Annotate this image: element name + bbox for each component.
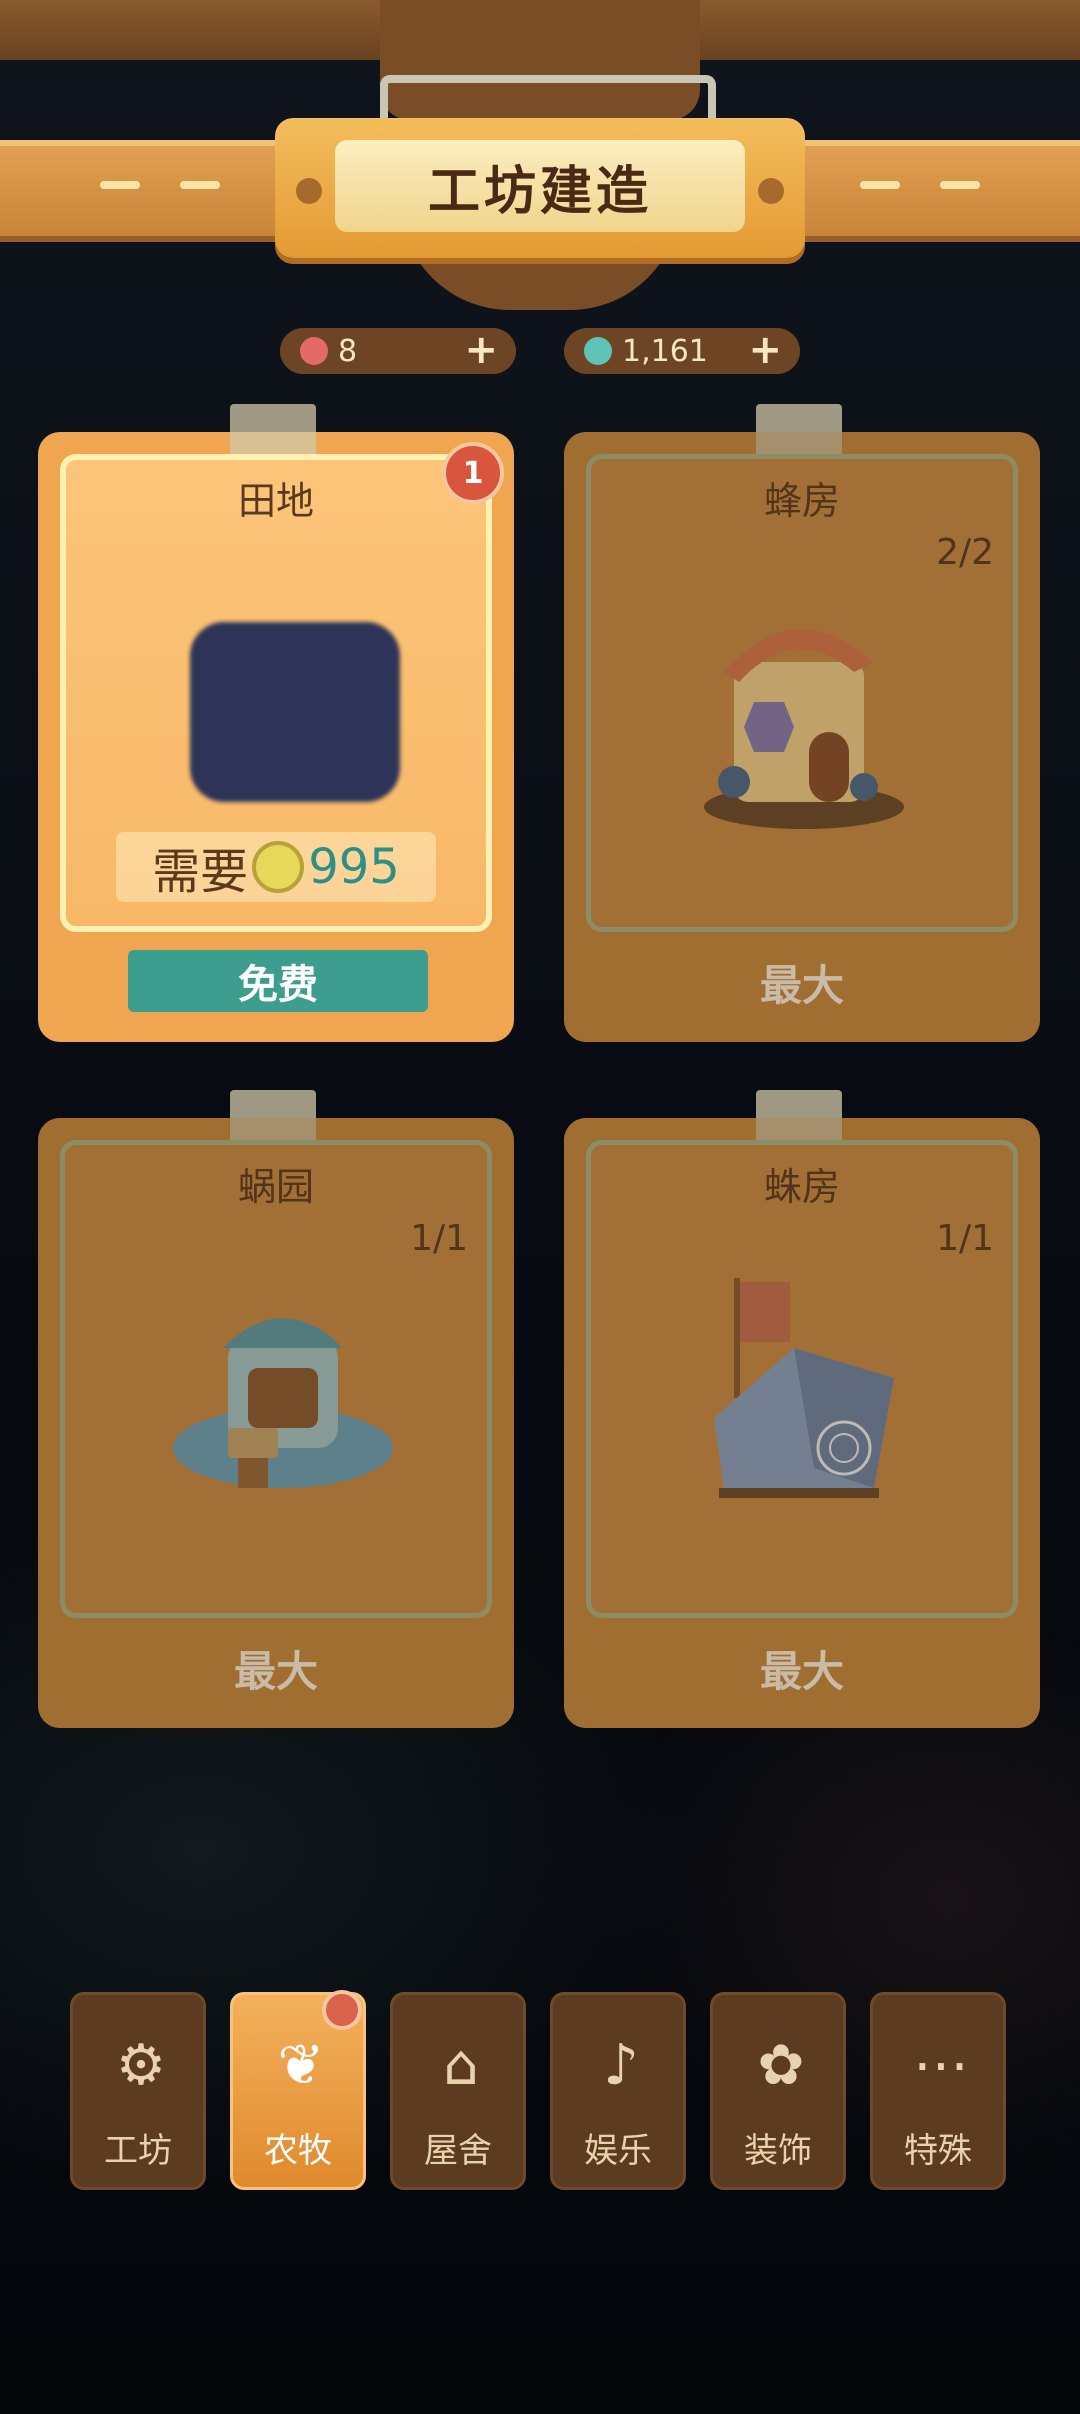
bell-icon: ♪ — [603, 2032, 639, 2098]
card-tape — [230, 404, 316, 460]
banner-dash — [860, 181, 900, 189]
requirement-label: 需要 — [152, 844, 249, 900]
banner-dash — [180, 181, 220, 189]
nav-special[interactable]: ⋯ 特殊 — [870, 1992, 1006, 2190]
nav-label: 工坊 — [104, 2131, 172, 2171]
more-icon: ⋯ — [913, 2032, 969, 2098]
requirement-value: 995 — [308, 839, 400, 895]
sprout-icon: ❦ — [277, 2032, 325, 2098]
add-icon[interactable]: + — [464, 330, 498, 370]
card-title: 蛛房 — [763, 1165, 840, 1209]
nav-label: 屋舍 — [424, 2131, 492, 2171]
card-status: 最大 — [233, 1647, 318, 1696]
card-tape — [756, 1090, 842, 1146]
card-count: 1/1 — [936, 1218, 994, 1259]
card-field[interactable]: 1 田地 需要 995 免费 — [38, 404, 514, 1042]
card-inner — [586, 454, 1018, 932]
currency-pig-pill[interactable]: 8 + — [280, 328, 516, 374]
coin-icon — [252, 841, 305, 893]
nav-entertainment[interactable]: ♪ 娱乐 — [550, 1992, 686, 2190]
nav-workshop[interactable]: ⚙ 工坊 — [70, 1992, 206, 2190]
notification-dot — [322, 1990, 362, 2030]
nav-label: 农牧 — [264, 2131, 332, 2171]
card-tape — [230, 1090, 316, 1146]
bolt-icon — [296, 178, 322, 204]
currency-value: 8 — [338, 333, 358, 369]
mushroom-house-icon: ⌂ — [443, 2032, 479, 2098]
currency-gem-pill[interactable]: 1,161 + — [564, 328, 800, 374]
page-title: 工坊建造 — [335, 140, 745, 232]
flower-lamp-icon: ✿ — [757, 2032, 805, 2098]
card-inner — [586, 1140, 1018, 1618]
building-image-placeholder — [190, 622, 400, 802]
currency-value: 1,161 — [622, 333, 708, 369]
bolt-icon — [758, 178, 784, 204]
card-title: 蜂房 — [763, 479, 840, 523]
hang-clip — [380, 75, 716, 123]
requirement: 需要 995 — [116, 832, 436, 902]
beehouse-icon — [704, 629, 904, 829]
pig-token-icon — [300, 337, 328, 365]
card-tape — [756, 404, 842, 460]
spider-tent-icon — [714, 1278, 894, 1498]
nav-decoration[interactable]: ✿ 装饰 — [710, 1992, 846, 2190]
nav-label: 娱乐 — [584, 2131, 652, 2171]
nav-houses[interactable]: ⌂ 屋舍 — [390, 1992, 526, 2190]
notification-badge: 1 — [442, 442, 504, 504]
card-status: 最大 — [759, 961, 844, 1010]
free-build-button[interactable]: 免费 — [128, 950, 428, 1012]
add-icon[interactable]: + — [748, 330, 782, 370]
card-snailgarden[interactable]: 蜗园 1/1 最大 — [38, 1090, 514, 1728]
snail-garden-icon — [173, 1318, 393, 1488]
banner-dash — [100, 181, 140, 189]
card-beehouse[interactable]: 蜂房 2/2 最大 — [564, 404, 1040, 1042]
card-title: 蜗园 — [237, 1165, 314, 1209]
banner-dash — [940, 181, 980, 189]
star-gem-icon — [584, 337, 612, 365]
gear-house-icon: ⚙ — [115, 2032, 167, 2098]
card-count: 1/1 — [410, 1218, 468, 1259]
card-spiderhouse[interactable]: 蛛房 1/1 最大 — [564, 1090, 1040, 1728]
card-count: 2/2 — [936, 532, 994, 573]
card-inner — [60, 1140, 492, 1618]
nav-label: 装饰 — [744, 2131, 812, 2171]
nav-label: 特殊 — [904, 2131, 972, 2171]
card-status: 最大 — [759, 1647, 844, 1696]
